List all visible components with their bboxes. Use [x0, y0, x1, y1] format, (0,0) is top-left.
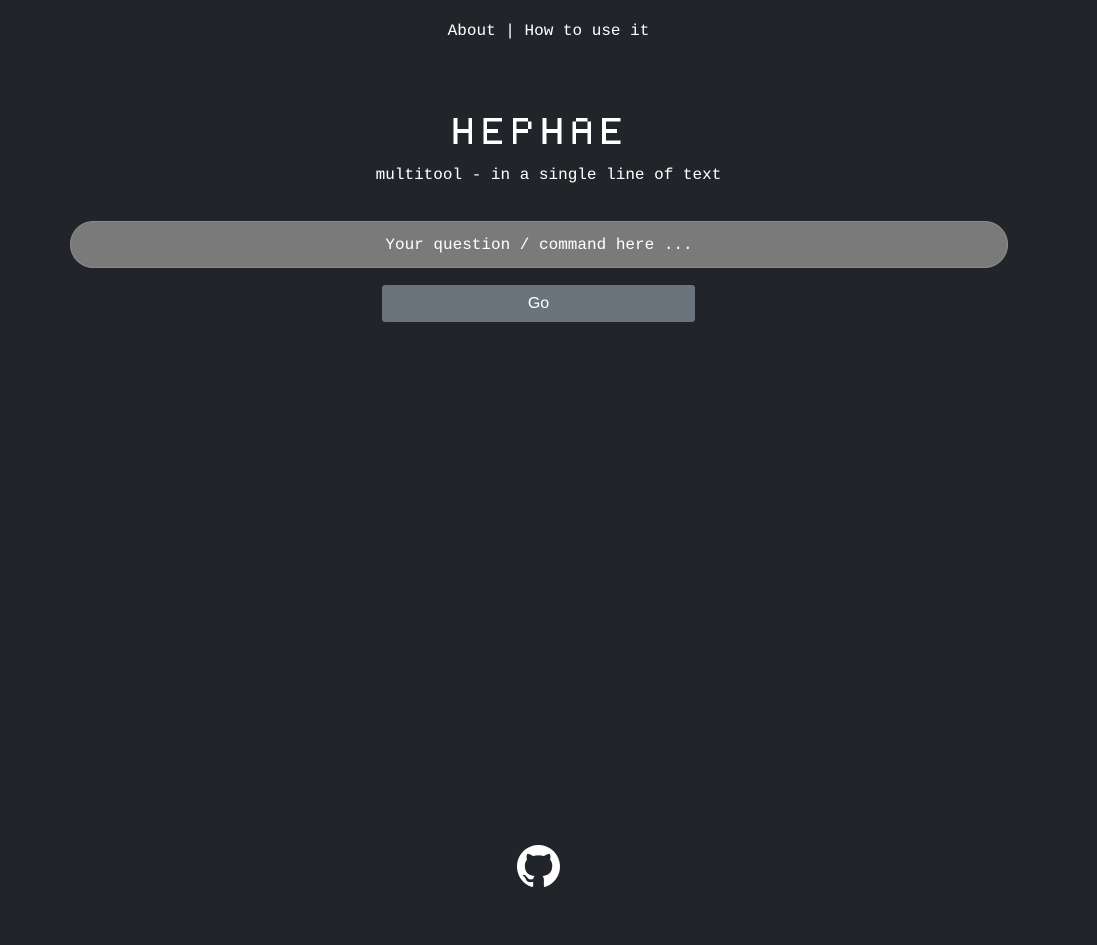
top-nav: About | How to use it [0, 20, 1097, 42]
search-container [70, 221, 1008, 268]
nav-separator: | [495, 22, 525, 40]
page: About | How to use it multitool - in a s… [0, 0, 1097, 945]
how-to-use-link[interactable]: How to use it [525, 22, 650, 40]
about-link[interactable]: About [448, 22, 496, 40]
logo [453, 118, 621, 144]
github-icon[interactable] [517, 845, 560, 888]
tagline: multitool - in a single line of text [375, 166, 722, 184]
go-button[interactable]: Go [382, 285, 695, 322]
command-input[interactable] [70, 221, 1008, 268]
